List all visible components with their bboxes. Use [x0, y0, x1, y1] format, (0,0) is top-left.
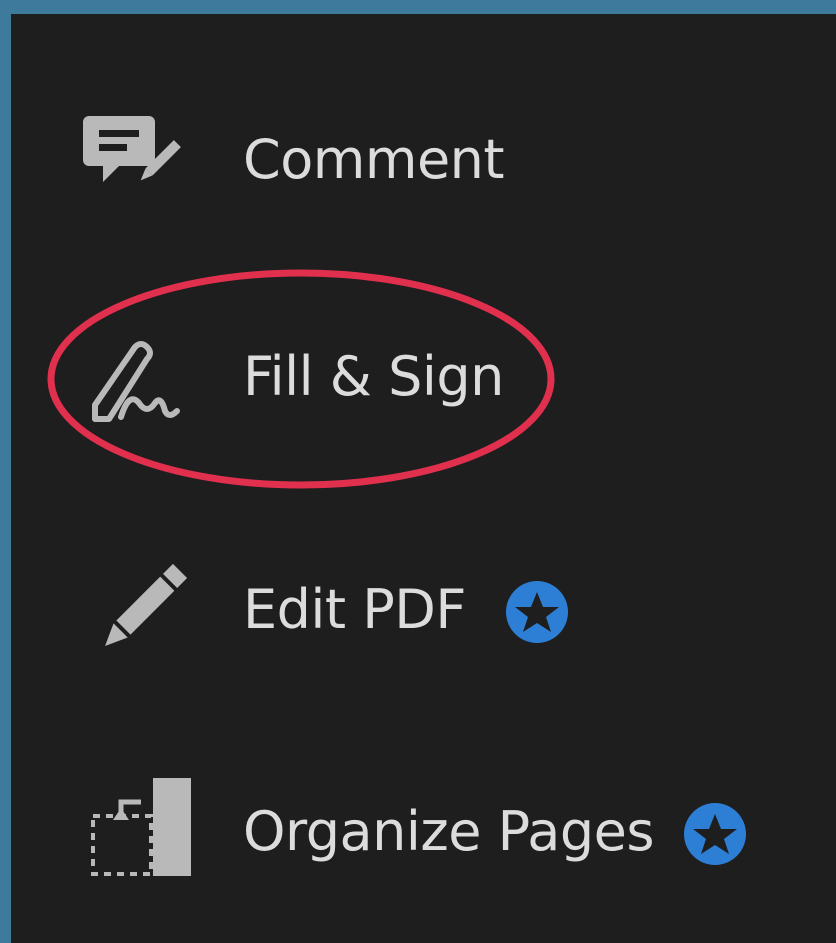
organize-pages-icon: [81, 772, 201, 892]
premium-star-badge-icon: [505, 580, 569, 644]
tool-comment[interactable]: Comment: [11, 84, 836, 234]
edit-pencil-icon: [81, 554, 201, 674]
tool-organize-pages[interactable]: Organize Pages: [11, 756, 836, 906]
tool-label: Fill & Sign: [243, 345, 504, 408]
tool-fill-sign[interactable]: Fill & Sign: [11, 301, 836, 451]
fill-sign-icon: [81, 319, 201, 439]
tool-label: Comment: [243, 128, 505, 191]
comment-icon: [81, 104, 201, 224]
tool-edit-pdf[interactable]: Edit PDF: [11, 534, 836, 684]
premium-star-badge-icon: [683, 802, 747, 866]
tool-label: Organize Pages: [243, 800, 654, 863]
tools-panel: Comment Fill & Sign Edit PDF Organize Pa…: [11, 14, 836, 943]
tool-label: Edit PDF: [243, 578, 466, 641]
